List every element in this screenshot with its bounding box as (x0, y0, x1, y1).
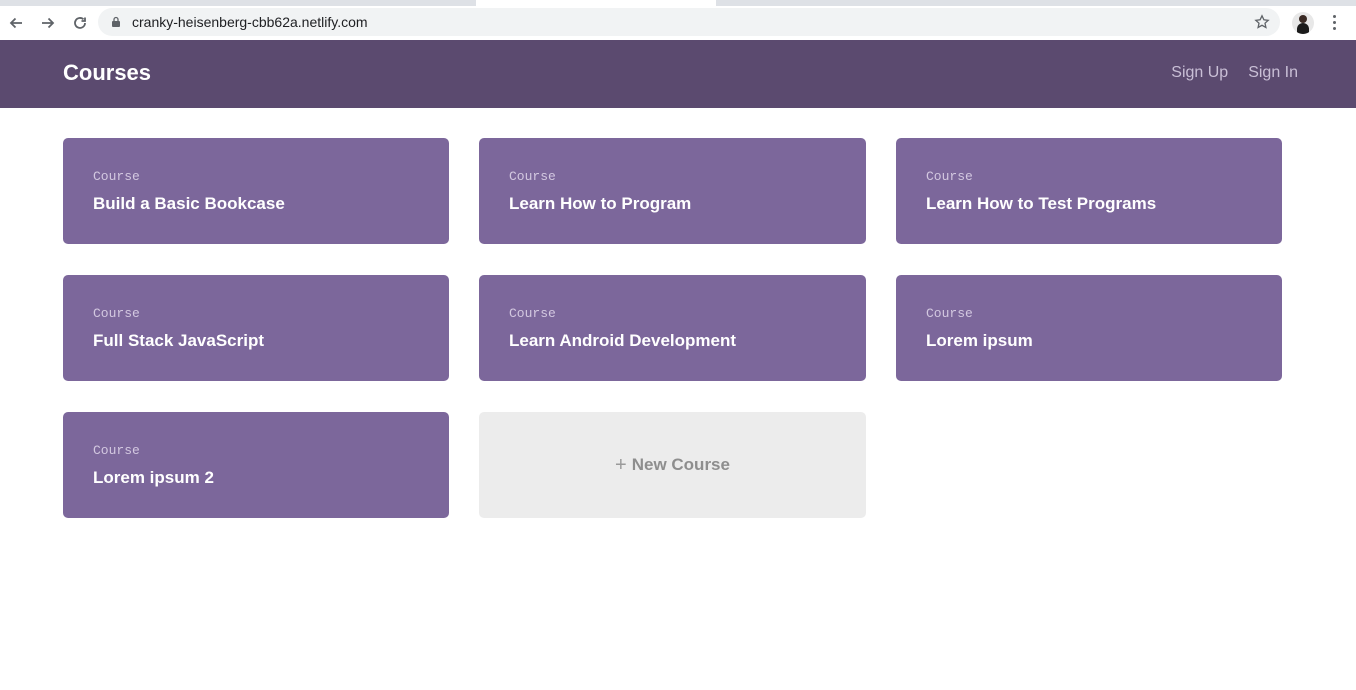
course-label: Course (509, 169, 556, 184)
course-card[interactable]: Course Learn How to Program (479, 138, 866, 244)
page-title[interactable]: Courses (63, 60, 151, 86)
course-title: Build a Basic Bookcase (93, 194, 285, 213)
course-label: Course (509, 306, 556, 321)
auth-nav: Sign Up Sign In (1171, 64, 1298, 82)
course-card[interactable]: Course Learn How to Test Programs (896, 138, 1282, 244)
address-bar[interactable]: cranky-heisenberg-cbb62a.netlify.com (98, 8, 1280, 36)
course-title: Lorem ipsum 2 (93, 468, 214, 487)
reload-icon[interactable] (64, 8, 96, 38)
course-title: Learn How to Test Programs (926, 194, 1157, 213)
sign-up-link[interactable]: Sign Up (1171, 64, 1228, 82)
forward-icon[interactable] (32, 8, 64, 38)
more-menu-icon[interactable] (1326, 10, 1342, 34)
course-title: Learn How to Program (509, 194, 692, 213)
new-course-label: New Course (631, 455, 730, 474)
new-course-button[interactable]: + New Course (479, 412, 866, 518)
course-grid: Course Build a Basic Bookcase Course Lea… (63, 138, 1282, 518)
course-label: Course (93, 169, 140, 184)
sign-in-link[interactable]: Sign In (1248, 64, 1298, 82)
course-title: Lorem ipsum (926, 331, 1033, 350)
course-card[interactable]: Course Lorem ipsum 2 (63, 412, 449, 518)
course-card[interactable]: Course Learn Android Development (479, 275, 866, 381)
url-text: cranky-heisenberg-cbb62a.netlify.com (132, 14, 368, 30)
course-label: Course (926, 306, 973, 321)
app-header: Courses Sign Up Sign In (0, 40, 1356, 108)
course-title: Full Stack JavaScript (93, 331, 265, 350)
plus-icon: + (615, 453, 627, 476)
course-label: Course (93, 306, 140, 321)
course-label: Course (93, 443, 140, 458)
profile-avatar[interactable] (1292, 12, 1314, 34)
course-title: Learn Android Development (509, 331, 737, 350)
course-card[interactable]: Course Full Stack JavaScript (63, 275, 449, 381)
course-card[interactable]: Course Build a Basic Bookcase (63, 138, 449, 244)
course-card[interactable]: Course Lorem ipsum (896, 275, 1282, 381)
browser-toolbar: cranky-heisenberg-cbb62a.netlify.com (0, 6, 1356, 40)
back-icon[interactable] (0, 8, 32, 38)
avatar-head (1299, 15, 1307, 23)
course-label: Course (926, 169, 973, 184)
star-icon[interactable] (1254, 14, 1270, 30)
avatar-body (1297, 23, 1309, 34)
lock-icon (110, 16, 122, 28)
